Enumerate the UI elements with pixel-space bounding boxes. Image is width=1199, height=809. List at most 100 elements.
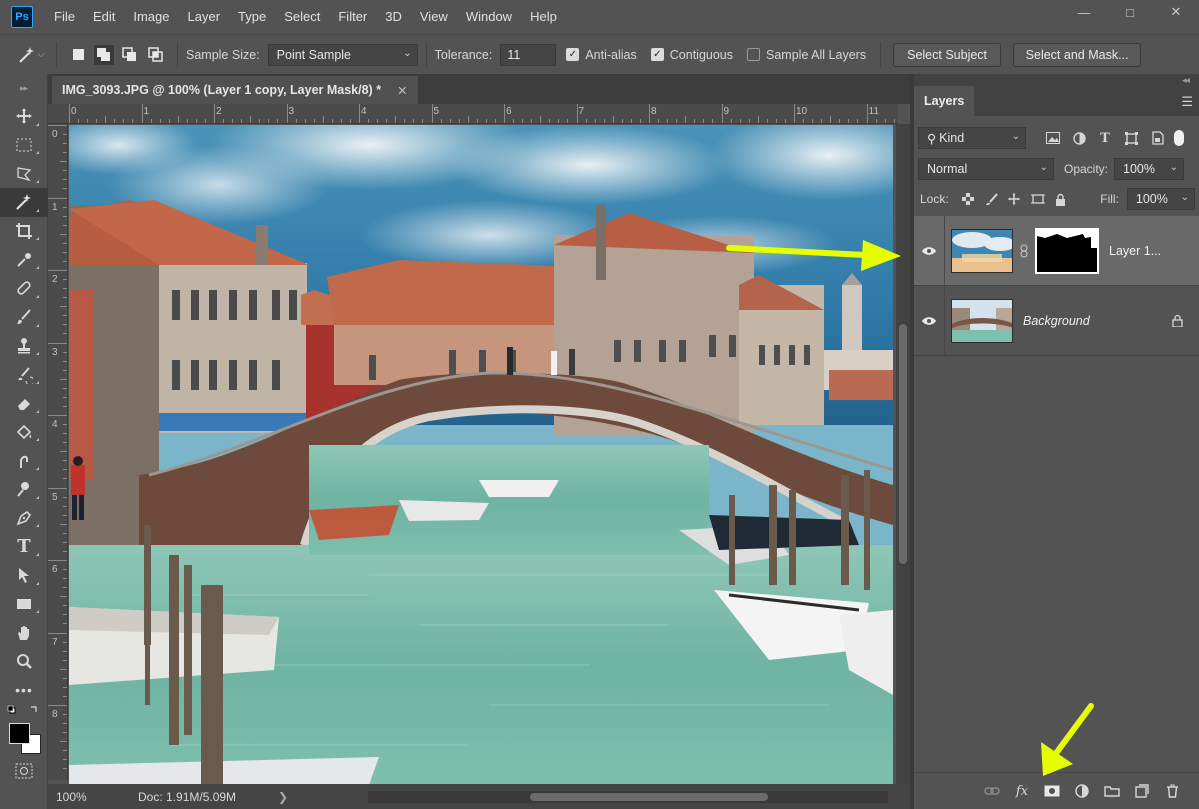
menu-window[interactable]: Window: [457, 0, 521, 34]
menu-layer[interactable]: Layer: [179, 0, 230, 34]
sample-size-dropdown[interactable]: Point Sample ⌄: [267, 43, 418, 66]
vertical-scroll-thumb[interactable]: [899, 324, 907, 564]
filter-smart-object-icon[interactable]: [1144, 128, 1170, 148]
pen-icon[interactable]: [0, 504, 48, 533]
eraser-icon[interactable]: [0, 389, 48, 418]
zoom-icon[interactable]: [0, 647, 48, 676]
ruler-minor-tick: [884, 119, 886, 123]
quick-mask-icon[interactable]: [0, 758, 47, 784]
layer-thumbnail[interactable]: [951, 298, 1013, 343]
layer-mask-thumbnail[interactable]: [1035, 227, 1099, 274]
brush-icon[interactable]: [0, 303, 48, 332]
layers-tab[interactable]: Layers: [914, 86, 974, 116]
paint-bucket-icon[interactable]: [0, 418, 48, 447]
mask-link-icon[interactable]: [1017, 244, 1031, 258]
menu-filter[interactable]: Filter: [329, 0, 376, 34]
layer-thumbnail[interactable]: [951, 228, 1013, 273]
eyedropper-icon[interactable]: [0, 245, 48, 274]
filter-pixel-icon[interactable]: [1040, 128, 1066, 148]
layer-row-background[interactable]: Background: [914, 285, 1199, 356]
document-canvas[interactable]: [69, 125, 893, 785]
ruler-label: 2: [216, 106, 222, 117]
smudge-icon[interactable]: [0, 446, 48, 475]
zoom-level[interactable]: 100%: [48, 790, 92, 804]
subtract-from-selection-icon[interactable]: [120, 45, 140, 65]
visibility-eye-icon[interactable]: [914, 316, 944, 326]
select-and-mask-button[interactable]: Select and Mask...: [1013, 42, 1142, 67]
hand-icon[interactable]: [0, 618, 48, 647]
crop-icon[interactable]: [0, 217, 48, 246]
link-layers-icon[interactable]: [977, 779, 1007, 803]
rectangular-marquee-icon[interactable]: [0, 131, 48, 160]
magic-wand-icon[interactable]: ⌵: [14, 43, 48, 67]
blend-mode-dropdown[interactable]: Normal ⌄: [918, 158, 1054, 180]
magic-wand-tool-icon[interactable]: [0, 188, 48, 217]
filter-type-icon[interactable]: T: [1092, 128, 1118, 148]
layer-row-layer-1-copy[interactable]: Layer 1...: [914, 215, 1199, 286]
checkbox-checked-icon: ✓: [566, 48, 580, 61]
add-to-selection-icon[interactable]: [94, 44, 114, 65]
horizontal-scroll-thumb[interactable]: [530, 793, 768, 801]
more-tools-icon[interactable]: •••: [0, 676, 48, 705]
lock-artboard-icon[interactable]: [1026, 189, 1049, 209]
move-tool-icon[interactable]: [0, 102, 48, 131]
lock-transparent-pixels-icon[interactable]: [957, 189, 980, 209]
lock-image-pixels-icon[interactable]: [980, 189, 1003, 209]
filter-shape-icon[interactable]: [1118, 128, 1144, 148]
filter-adjustment-icon[interactable]: [1066, 128, 1092, 148]
sample-all-layers-checkbox[interactable]: Sample All Layers: [747, 48, 866, 62]
document-tab[interactable]: IMG_3093.JPG @ 100% (Layer 1 copy, Layer…: [52, 76, 418, 104]
menu-type[interactable]: Type: [229, 0, 275, 34]
menu-image[interactable]: Image: [124, 0, 178, 34]
menu-file[interactable]: File: [45, 0, 84, 34]
minimize-button[interactable]: —: [1061, 0, 1107, 24]
menu-3d[interactable]: 3D: [376, 0, 411, 34]
intersect-selection-icon[interactable]: [146, 45, 166, 65]
menu-view[interactable]: View: [411, 0, 457, 34]
collapse-toolbar-icon[interactable]: ▸▸: [0, 74, 47, 102]
new-layer-icon[interactable]: [1127, 779, 1157, 803]
delete-layer-icon[interactable]: [1157, 779, 1187, 803]
path-selection-icon[interactable]: [0, 561, 48, 590]
fill-input[interactable]: 100% ⌄: [1126, 188, 1195, 210]
rectangle-icon[interactable]: [0, 590, 48, 619]
contiguous-checkbox[interactable]: ✓ Contiguous: [650, 48, 733, 62]
color-swatches[interactable]: [0, 722, 47, 758]
group-folder-icon[interactable]: [1097, 779, 1127, 803]
add-mask-icon[interactable]: [1037, 779, 1067, 803]
opacity-input[interactable]: 100% ⌄: [1114, 158, 1185, 180]
swap-colors-icon[interactable]: [0, 704, 47, 722]
status-menu-arrow[interactable]: ❯: [278, 790, 288, 804]
layer-name[interactable]: Background: [1023, 314, 1090, 328]
collapse-panels-icon[interactable]: ◂◂: [914, 74, 1199, 86]
panel-menu-icon[interactable]: ☰: [1181, 94, 1193, 110]
fx-icon[interactable]: fx: [1007, 779, 1037, 803]
history-brush-icon[interactable]: [0, 360, 48, 389]
lock-all-icon[interactable]: [1049, 189, 1072, 209]
close-button[interactable]: ✕: [1153, 0, 1199, 24]
filter-kind-dropdown[interactable]: ⚲ Kind ⌄: [918, 127, 1026, 149]
filter-toggle[interactable]: [1174, 130, 1184, 146]
lock-position-icon[interactable]: [1003, 189, 1026, 209]
close-tab-icon[interactable]: ✕: [397, 83, 407, 98]
layer-lock-icon[interactable]: [1172, 314, 1183, 330]
horizontal-scrollbar[interactable]: [368, 791, 888, 803]
anti-alias-checkbox[interactable]: ✓ Anti-alias: [566, 48, 637, 62]
healing-brush-icon[interactable]: [0, 274, 48, 303]
menu-edit[interactable]: Edit: [84, 0, 124, 34]
adjustment-layer-icon[interactable]: [1067, 779, 1097, 803]
select-subject-button[interactable]: Select Subject: [893, 42, 1002, 67]
dodge-icon[interactable]: [0, 475, 48, 504]
maximize-button[interactable]: □: [1107, 0, 1153, 24]
polygonal-lasso-icon[interactable]: [0, 159, 48, 188]
menu-select[interactable]: Select: [275, 0, 329, 34]
tolerance-input[interactable]: 11: [500, 43, 557, 66]
new-selection-icon[interactable]: [68, 45, 88, 65]
clone-stamp-icon[interactable]: [0, 332, 48, 361]
visibility-eye-icon[interactable]: [914, 246, 944, 256]
vertical-scrollbar[interactable]: [896, 124, 910, 784]
layer-name[interactable]: Layer 1...: [1109, 244, 1161, 258]
type-icon[interactable]: T: [0, 532, 48, 561]
menu-help[interactable]: Help: [521, 0, 566, 34]
foreground-color-swatch[interactable]: [9, 723, 30, 745]
